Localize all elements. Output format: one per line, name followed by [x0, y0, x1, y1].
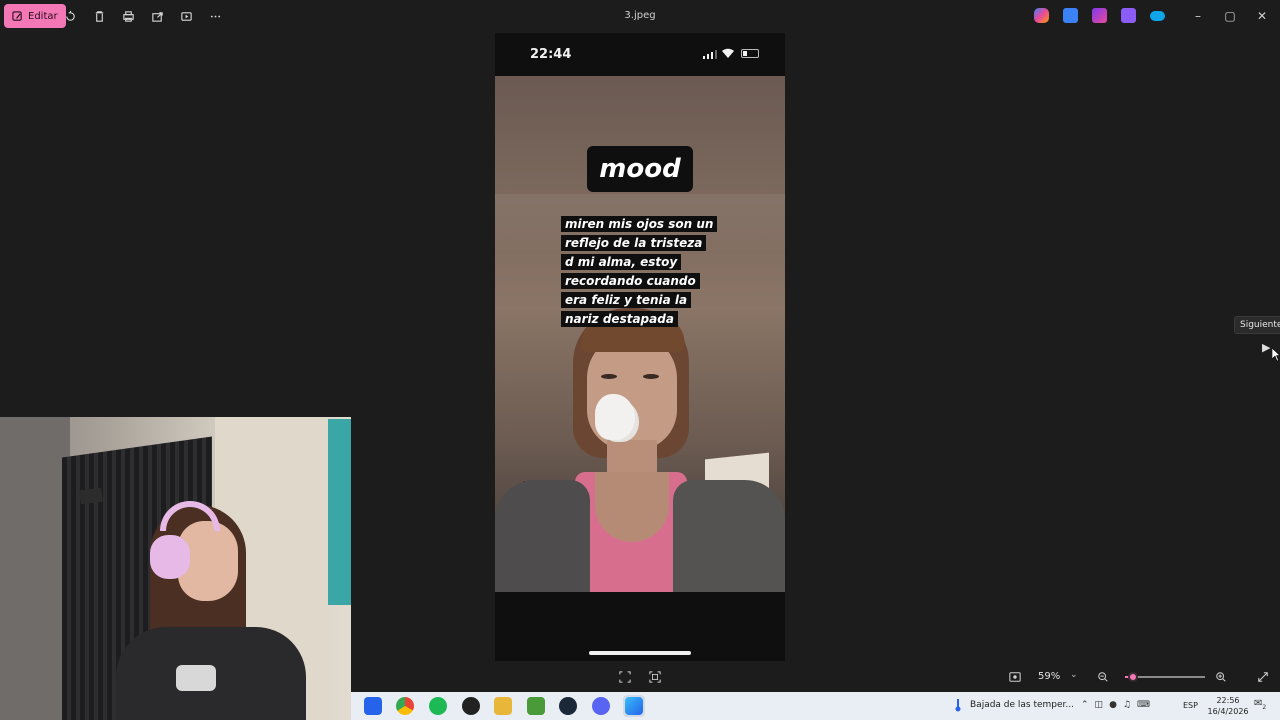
microphone-icon[interactable]: ●	[1109, 700, 1117, 710]
start-icon[interactable]	[364, 697, 382, 715]
photos-icon[interactable]	[625, 697, 643, 715]
spotify-icon[interactable]	[429, 697, 447, 715]
clock-time: 22:56	[1216, 696, 1240, 705]
copilot-icon[interactable]	[1034, 8, 1049, 23]
steam-icon[interactable]	[559, 697, 577, 715]
zoom-in-icon[interactable]	[1214, 670, 1228, 684]
weather-text[interactable]: Bajada de las temper...	[970, 700, 1074, 710]
caption-line: era feliz y tenia la	[561, 292, 692, 308]
webcam-overlay	[0, 417, 351, 720]
home-indicator	[589, 651, 691, 655]
bottom-toolbar: 59% ⌄	[350, 662, 1280, 692]
wifi-icon	[722, 48, 734, 58]
title-bar: Editar 3.jpeg – ▢ ✕	[0, 0, 1280, 32]
battery-icon	[741, 49, 759, 58]
taskbar: Bajada de las temper... ⌃ ◫ ● ♫ ⌨ ESP 22…	[351, 692, 1280, 720]
close-icon[interactable]: ✕	[1254, 8, 1270, 24]
thermometer-icon	[955, 699, 961, 712]
restore-icon[interactable]: ▢	[1222, 8, 1238, 24]
file-explorer-icon[interactable]	[494, 697, 512, 715]
device-icon[interactable]: ◫	[1095, 700, 1104, 710]
keyboard-icon[interactable]: ⌨	[1137, 700, 1150, 710]
photos-app-window: Editar 3.jpeg – ▢ ✕ 22:44 mood miren mis…	[0, 0, 1280, 720]
fullscreen-icon[interactable]	[1256, 670, 1270, 684]
caption-line: reflejo de la tristeza	[561, 235, 707, 251]
mouse-cursor-icon	[1272, 348, 1280, 362]
notification-count: 2	[1262, 704, 1267, 711]
caption-line: d mi alma, estoy	[561, 254, 682, 270]
video-editor-icon[interactable]	[1121, 8, 1136, 23]
next-tooltip: Siguiente	[1234, 316, 1280, 334]
minimize-icon[interactable]: –	[1190, 8, 1206, 24]
clock-date: 16/4/2026	[1207, 707, 1249, 716]
chevron-up-icon[interactable]: ⌃	[1081, 700, 1089, 710]
designer-icon[interactable]	[1063, 8, 1078, 23]
mood-sticker: mood	[587, 146, 693, 192]
language-indicator[interactable]: ESP	[1183, 701, 1198, 710]
caption-line: nariz destapada	[561, 311, 678, 327]
volume-icon[interactable]: ♫	[1123, 700, 1131, 710]
chevron-down-icon[interactable]: ⌄	[1070, 670, 1078, 680]
screenshot-icon[interactable]	[1008, 670, 1022, 684]
notification-icon[interactable]: ✉2	[1254, 698, 1270, 714]
phone-status-bar: 22:44	[495, 33, 785, 76]
actual-size-icon[interactable]	[648, 670, 662, 684]
chrome-icon[interactable]	[396, 697, 414, 715]
fit-screen-icon[interactable]	[618, 670, 632, 684]
discord-icon[interactable]	[592, 697, 610, 715]
minecraft-icon[interactable]	[527, 697, 545, 715]
story-caption: miren mis ojos son un reflejo de la tris…	[561, 213, 721, 327]
app-icon[interactable]	[462, 697, 480, 715]
zoom-slider-thumb[interactable]	[1128, 672, 1138, 682]
onedrive-icon[interactable]	[1150, 11, 1165, 21]
displayed-image: 22:44 mood miren mis ojos son un reflejo…	[495, 33, 785, 661]
zoom-out-icon[interactable]	[1096, 670, 1110, 684]
signal-icon	[703, 49, 717, 59]
phone-time: 22:44	[530, 47, 572, 62]
caption-line: recordando cuando	[561, 273, 700, 289]
caption-line: miren mis ojos son un	[561, 216, 718, 232]
clipchamp-icon[interactable]	[1092, 8, 1107, 23]
zoom-level[interactable]: 59%	[1038, 671, 1060, 682]
clock[interactable]: 22:56 16/4/2026	[1203, 695, 1253, 717]
tissue	[595, 394, 635, 440]
